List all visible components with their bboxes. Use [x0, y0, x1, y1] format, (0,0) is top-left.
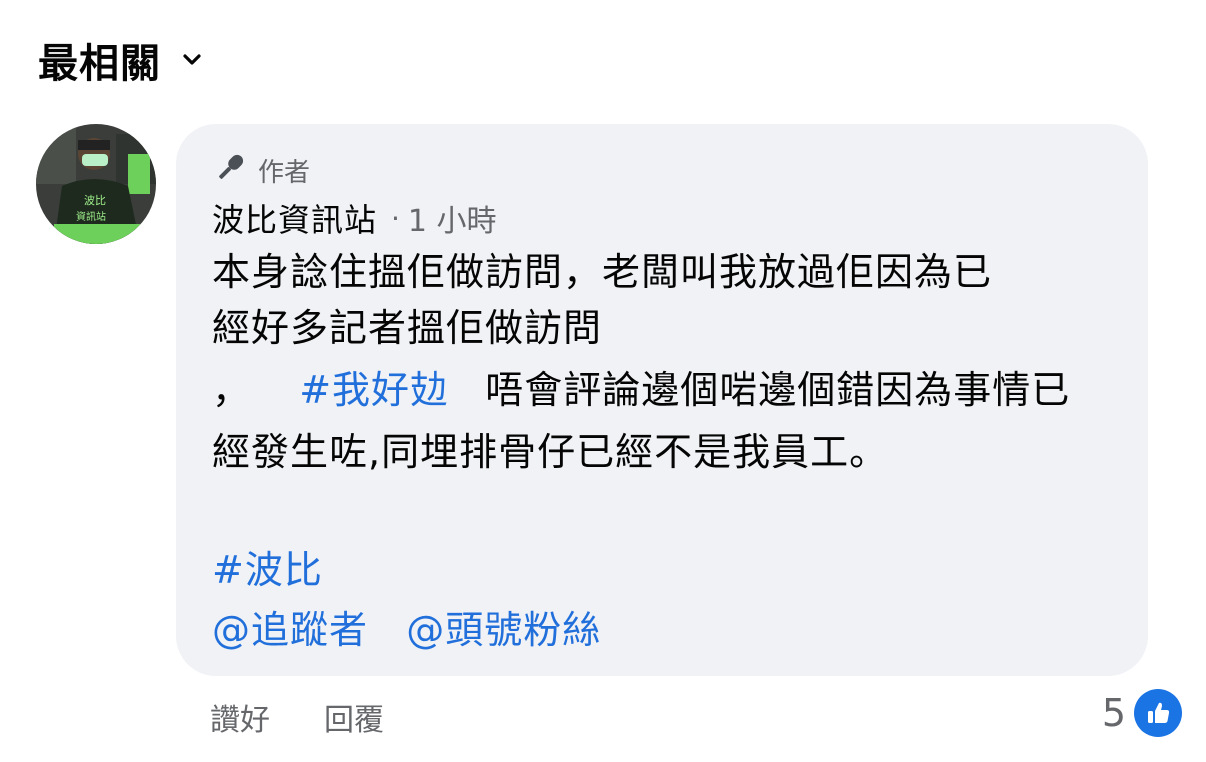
comment-bubble: 作者 波比資訊站 · 1 小時 本身諗住搵佢做訪問，老闆叫我放過佢因為已 經好多… [176, 124, 1148, 676]
mentions-line: @追蹤者 @頭號粉絲 [212, 602, 601, 658]
like-icon [1134, 689, 1182, 737]
comment-text-line-1: 本身諗住搵佢做訪問，老闆叫我放過佢因為已 [212, 250, 993, 294]
hashtag-link[interactable]: #波比 [212, 542, 323, 598]
like-button[interactable]: 讚好 [210, 695, 270, 739]
mention-link[interactable]: @頭號粉絲 [406, 608, 601, 652]
comment-text-line-4: 經發生咗,同埋排骨仔已經不是我員工。 [212, 430, 889, 474]
comment-text-segment: 唔會評論邊個啱邊個錯因為事情已 [485, 368, 1071, 412]
reply-button[interactable]: 回覆 [324, 695, 384, 739]
reactions-summary[interactable]: 5 [1102, 686, 1182, 740]
avatar[interactable]: 波比 資訊站 [36, 124, 156, 244]
author-line: 波比資訊站 · 1 小時 [212, 196, 497, 240]
comment-text-line-3: ， #我好攰 唔會評論邊個啱邊個錯因為事情已 [212, 362, 1070, 418]
author-name[interactable]: 波比資訊站 [212, 195, 377, 241]
mention-link[interactable]: @追蹤者 [212, 608, 368, 652]
reaction-count: 5 [1101, 691, 1126, 735]
chevron-down-icon [181, 49, 203, 71]
comments-section: 最相關 波比 資訊站 作者 波比資訊站 · 1 小時 本身諗住搵佢做訪問，老闆叫… [0, 0, 1206, 762]
microphone-icon [212, 150, 248, 190]
timestamp[interactable]: 1 小時 [408, 196, 497, 240]
comma: ， [212, 368, 252, 412]
hashtag-link[interactable]: #我好攰 [299, 368, 449, 412]
svg-text:波比: 波比 [84, 194, 106, 207]
comment-text-line-2: 經好多記者搵佢做訪問 [212, 306, 603, 350]
comment-actions: 讚好 回覆 [210, 692, 438, 742]
author-badge-label: 作者 [258, 157, 311, 188]
separator: · [391, 201, 400, 235]
sort-label: 最相關 [38, 41, 161, 87]
sort-dropdown[interactable]: 最相關 [38, 32, 203, 88]
author-badge: 作者 [212, 148, 310, 192]
svg-text:資訊站: 資訊站 [76, 210, 106, 223]
